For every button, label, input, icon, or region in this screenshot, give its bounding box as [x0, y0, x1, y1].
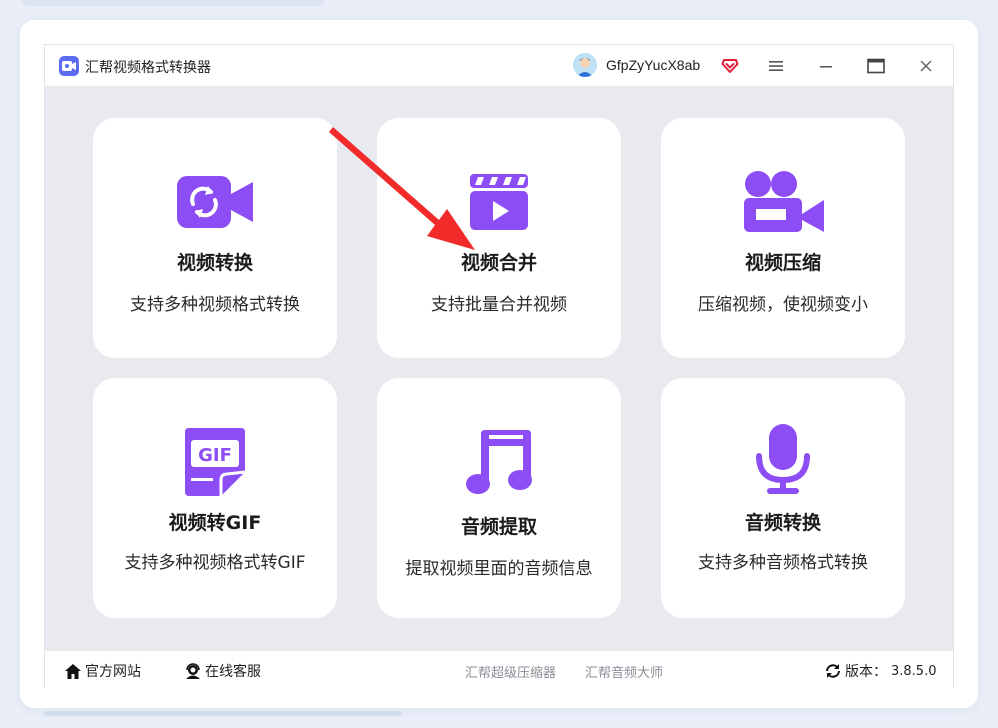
customer-service-icon — [186, 663, 200, 679]
card-video-merge[interactable]: 视频合并 支持批量合并视频 — [377, 118, 621, 358]
super-compressor-label: 汇帮超级压缩器 — [465, 666, 557, 681]
card-description: 提取视频里面的音频信息 — [405, 559, 593, 579]
gif-icon: GIF — [183, 428, 247, 496]
official-website-label: 官方网站 — [85, 664, 141, 680]
menu-button[interactable] — [763, 53, 789, 79]
card-title: 音频转换 — [744, 512, 821, 534]
card-video-compress[interactable]: 视频压缩 压缩视频，使视频变小 — [661, 118, 905, 358]
card-description: 支持批量合并视频 — [431, 295, 567, 315]
card-title: 视频转换 — [176, 252, 253, 274]
video-merge-icon — [470, 174, 528, 230]
music-note-icon — [465, 428, 533, 496]
microphone-icon — [755, 424, 811, 496]
card-audio-extract[interactable]: 音频提取 提取视频里面的音频信息 — [377, 378, 621, 618]
card-video-to-gif[interactable]: GIF 视频转GIF 支持多种视频格式转GIF — [93, 378, 337, 618]
video-convert-icon — [177, 176, 253, 228]
vip-diamond-icon[interactable] — [721, 56, 739, 74]
menu-icon — [769, 61, 783, 71]
close-button[interactable] — [913, 53, 939, 79]
minimize-button[interactable] — [813, 53, 839, 79]
app-window: 汇帮视频格式转换器 GfpZyYucX8ab 视频转换 支持多种视频格式转换 视… — [44, 44, 954, 689]
maximize-icon — [867, 58, 885, 74]
version-label: 版本： — [845, 664, 887, 680]
card-video-convert[interactable]: 视频转换 支持多种视频格式转换 — [93, 118, 337, 358]
online-support-label: 在线客服 — [205, 664, 261, 680]
audio-master-label: 汇帮音频大师 — [585, 666, 664, 681]
background-tab — [20, 0, 325, 6]
card-title: 视频转GIF — [168, 512, 262, 534]
official-website-link[interactable]: 官方网站 — [65, 661, 141, 681]
card-title: 音频提取 — [460, 516, 537, 538]
audio-master-link[interactable]: 汇帮音频大师 — [585, 662, 663, 681]
super-compressor-link[interactable]: 汇帮超级压缩器 — [465, 662, 556, 681]
home-icon — [65, 663, 81, 679]
footer: 官方网站 在线客服 汇帮超级压缩器 汇帮音频大师 版本： 3.8.5.0 — [45, 651, 953, 689]
username[interactable]: GfpZyYucX8ab — [606, 57, 700, 73]
maximize-button[interactable] — [863, 53, 889, 79]
card-description: 压缩视频，使视频变小 — [698, 295, 868, 315]
card-description: 支持多种音频格式转换 — [698, 553, 868, 573]
version-number: 3.8.5.0 — [891, 663, 937, 679]
card-audio-convert[interactable]: 音频转换 支持多种音频格式转换 — [661, 378, 905, 618]
avatar[interactable] — [573, 53, 597, 77]
svg-text:GIF: GIF — [198, 445, 232, 466]
online-support-link[interactable]: 在线客服 — [185, 661, 261, 681]
video-compress-icon — [742, 170, 824, 232]
card-title: 视频压缩 — [744, 252, 821, 274]
app-title: 汇帮视频格式转换器 — [85, 60, 211, 76]
version-info[interactable]: 版本： 3.8.5.0 — [825, 661, 936, 681]
minimize-icon — [820, 66, 832, 68]
refresh-icon — [826, 664, 840, 678]
card-title: 视频合并 — [460, 252, 537, 274]
title-bar: 汇帮视频格式转换器 GfpZyYucX8ab — [45, 45, 953, 86]
card-description: 支持多种视频格式转GIF — [124, 553, 306, 573]
feature-grid: 视频转换 支持多种视频格式转换 视频合并 支持批量合并视频 视频压缩 压缩视频，… — [45, 86, 953, 651]
app-logo-icon — [59, 56, 79, 76]
card-description: 支持多种视频格式转换 — [130, 295, 300, 315]
close-icon — [920, 60, 932, 72]
background-scrollbar — [44, 711, 402, 716]
